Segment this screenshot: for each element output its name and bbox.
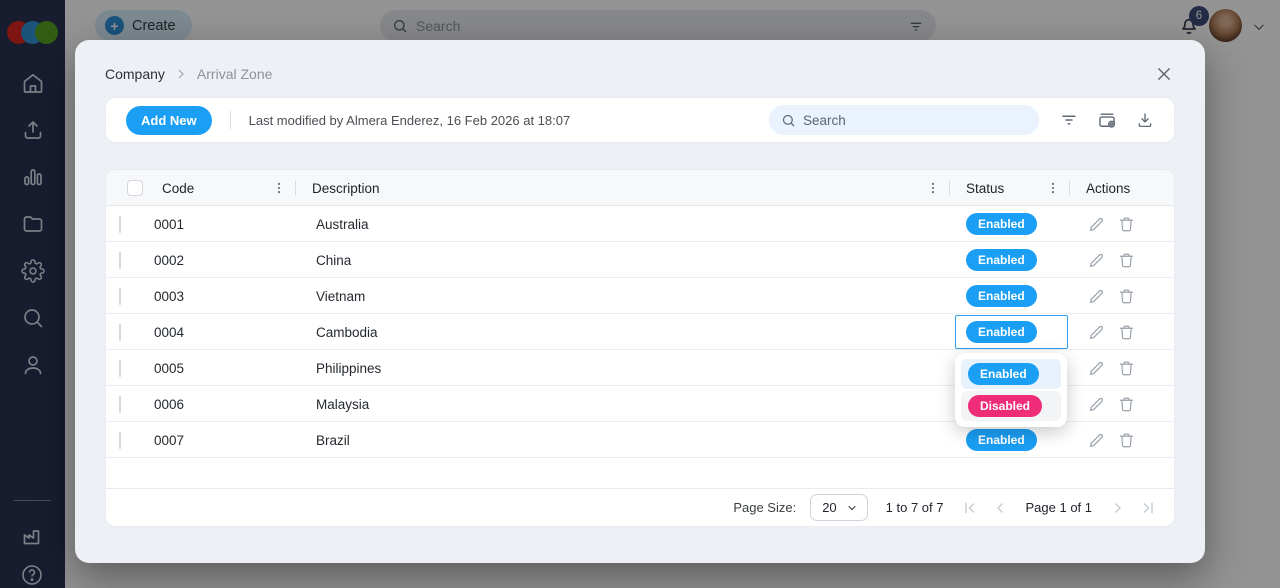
row-description: Vietnam	[296, 289, 950, 304]
breadcrumb: Company Arrival Zone	[105, 66, 272, 82]
close-icon[interactable]	[1155, 65, 1173, 83]
row-code: 0005	[146, 361, 296, 376]
last-modified-text: Last modified by Almera Enderez, 16 Feb …	[249, 113, 571, 128]
row-description: Philippines	[296, 361, 950, 376]
page-size-value: 20	[822, 500, 836, 515]
row-checkbox[interactable]	[119, 324, 121, 341]
table-row: 0003 Vietnam Enabled	[106, 278, 1174, 314]
edit-pencil-icon[interactable]	[1088, 252, 1105, 269]
edit-pencil-icon[interactable]	[1088, 396, 1105, 413]
column-menu-icon[interactable]	[1046, 180, 1060, 196]
delete-trash-icon[interactable]	[1118, 432, 1135, 449]
status-pill: Disabled	[968, 395, 1042, 417]
breadcrumb-company[interactable]: Company	[105, 66, 165, 82]
status-pill[interactable]: Enabled	[966, 249, 1037, 271]
breadcrumb-arrival-zone: Arrival Zone	[197, 66, 272, 82]
column-menu-icon[interactable]	[926, 180, 940, 196]
row-code: 0003	[146, 289, 296, 304]
row-description: Brazil	[296, 433, 950, 448]
status-pill[interactable]: Enabled	[966, 213, 1037, 235]
column-header-description: Description	[312, 181, 380, 196]
status-dropdown: Enabled Disabled	[955, 353, 1067, 427]
next-page-icon[interactable]	[1110, 500, 1126, 516]
status-pill: Enabled	[968, 363, 1039, 385]
row-range-text: 1 to 7 of 7	[886, 500, 944, 515]
table-empty-area	[106, 458, 1174, 488]
screen: + Create 6	[0, 0, 1280, 588]
chevron-right-icon	[175, 68, 187, 80]
table-row: 0001 Australia Enabled	[106, 206, 1174, 242]
column-header-status: Status	[966, 181, 1004, 196]
column-header-actions: Actions	[1086, 181, 1130, 196]
edit-pencil-icon[interactable]	[1088, 324, 1105, 341]
columns-settings-icon[interactable]	[1097, 110, 1117, 130]
row-code: 0006	[146, 397, 296, 412]
previous-page-icon[interactable]	[992, 500, 1008, 516]
delete-trash-icon[interactable]	[1118, 324, 1135, 341]
row-code: 0001	[146, 217, 296, 232]
page-size-select[interactable]: 20	[810, 494, 867, 521]
edit-pencil-icon[interactable]	[1088, 360, 1105, 377]
column-header-code: Code	[162, 181, 194, 196]
arrival-zone-table: Code Description Status	[105, 169, 1175, 527]
delete-trash-icon[interactable]	[1118, 396, 1135, 413]
page-indicator-text: Page 1 of 1	[1026, 500, 1093, 515]
status-option-enabled[interactable]: Enabled	[961, 359, 1061, 389]
add-new-button[interactable]: Add New	[126, 106, 212, 135]
row-code: 0004	[146, 325, 296, 340]
status-pill[interactable]: Enabled	[966, 285, 1037, 307]
table-toolbar: Add New Last modified by Almera Enderez,…	[105, 97, 1175, 143]
delete-trash-icon[interactable]	[1118, 360, 1135, 377]
status-cell[interactable]: EnabledEnabledDisabled	[950, 314, 1070, 350]
status-cell[interactable]: Enabled	[950, 422, 1070, 458]
status-pill[interactable]: Enabled	[966, 321, 1037, 343]
row-checkbox[interactable]	[119, 396, 121, 413]
search-icon	[781, 113, 796, 128]
column-menu-icon[interactable]	[272, 180, 286, 196]
filter-icon[interactable]	[1060, 111, 1078, 129]
edit-pencil-icon[interactable]	[1088, 432, 1105, 449]
delete-trash-icon[interactable]	[1118, 252, 1135, 269]
row-checkbox[interactable]	[119, 360, 121, 377]
edit-pencil-icon[interactable]	[1088, 216, 1105, 233]
row-checkbox[interactable]	[119, 252, 121, 269]
pagination-bar: Page Size: 20 1 to 7 of 7 Page 1 of 1	[106, 488, 1174, 526]
toolbar-divider	[230, 111, 231, 129]
page-size-label: Page Size:	[733, 500, 796, 515]
row-code: 0007	[146, 433, 296, 448]
status-option-disabled[interactable]: Disabled	[961, 391, 1061, 421]
table-body: 0001 Australia Enabled 0002 China Enable…	[106, 206, 1174, 458]
arrival-zone-modal: Company Arrival Zone Add New Last modifi…	[75, 40, 1205, 563]
table-header: Code Description Status	[106, 170, 1174, 206]
table-search-input[interactable]	[803, 113, 1027, 128]
table-row: 0002 China Enabled	[106, 242, 1174, 278]
status-cell[interactable]: Enabled	[950, 242, 1070, 278]
row-code: 0002	[146, 253, 296, 268]
row-description: China	[296, 253, 950, 268]
row-description: Cambodia	[296, 325, 950, 340]
table-row: 0004 Cambodia EnabledEnabledDisabled	[106, 314, 1174, 350]
first-page-icon[interactable]	[962, 500, 978, 516]
last-page-icon[interactable]	[1140, 500, 1156, 516]
row-description: Australia	[296, 217, 950, 232]
table-search-bar[interactable]	[769, 105, 1039, 135]
row-checkbox[interactable]	[119, 288, 121, 305]
delete-trash-icon[interactable]	[1118, 288, 1135, 305]
status-pill[interactable]: Enabled	[966, 429, 1037, 451]
select-all-checkbox[interactable]	[127, 180, 143, 196]
status-cell[interactable]: Enabled	[950, 206, 1070, 242]
row-checkbox[interactable]	[119, 432, 121, 449]
row-checkbox[interactable]	[119, 216, 121, 233]
download-icon[interactable]	[1136, 111, 1154, 129]
table-row: 0007 Brazil Enabled	[106, 422, 1174, 458]
edit-pencil-icon[interactable]	[1088, 288, 1105, 305]
status-cell[interactable]: Enabled	[950, 278, 1070, 314]
row-description: Malaysia	[296, 397, 950, 412]
delete-trash-icon[interactable]	[1118, 216, 1135, 233]
